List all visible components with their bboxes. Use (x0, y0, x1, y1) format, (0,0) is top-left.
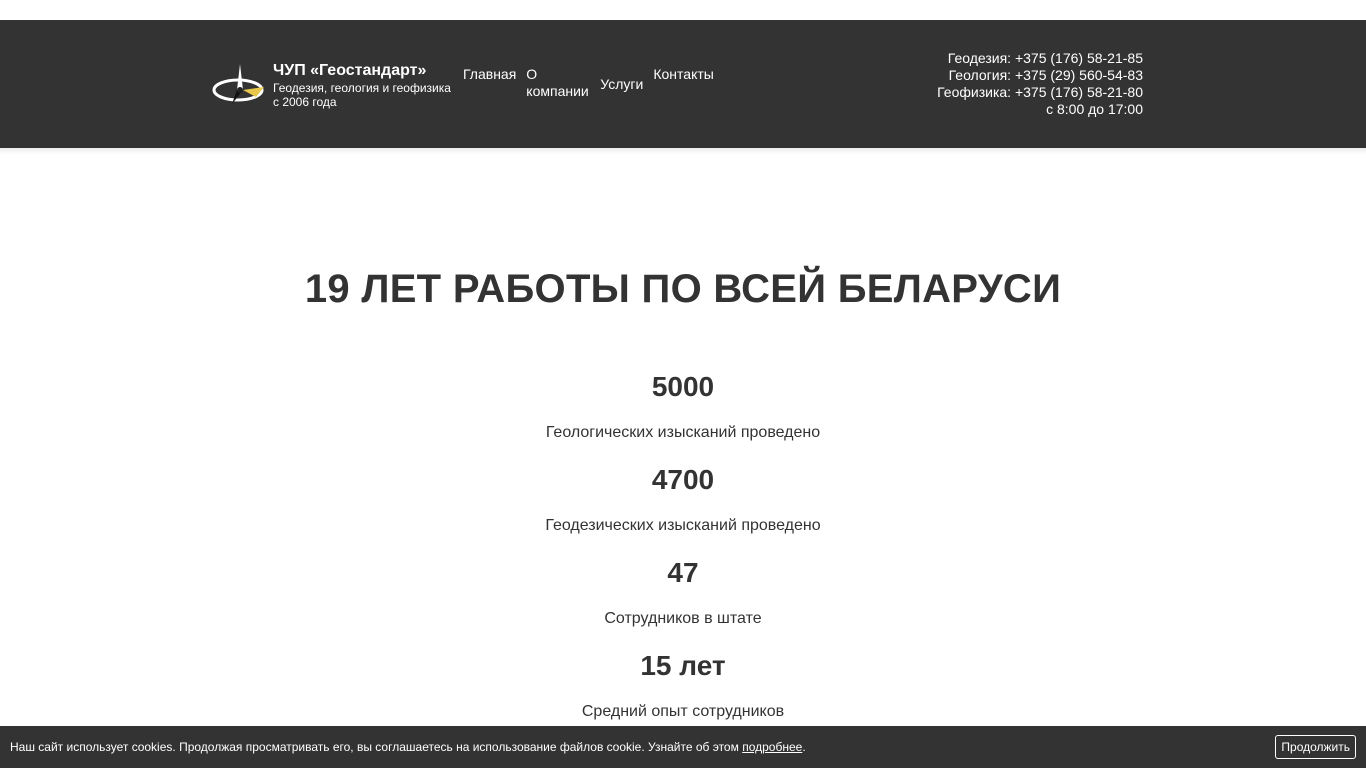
nav-home-link[interactable]: Главная (458, 66, 521, 83)
company-logo-icon[interactable] (212, 62, 266, 106)
top-gap (0, 0, 1366, 20)
nav-services-link[interactable]: Услуги (595, 76, 648, 93)
stat-value: 5000 (651, 371, 715, 402)
stat-label: Средний опыт сотрудников (581, 703, 785, 720)
brand-tagline-line2: с 2006 года (273, 95, 337, 109)
phone-geophysics[interactable]: Геофизика: +375 (176) 58-21-80 (937, 84, 1143, 101)
cookie-banner: Наш сайт использует cookies. Продолжая п… (0, 726, 1366, 768)
cookie-continue-button[interactable]: Продолжить (1275, 735, 1356, 759)
stat-value: 4700 (651, 464, 715, 495)
main-content: 19 ЛЕТ РАБОТЫ ПО ВСЕЙ БЕЛАРУСИ 5000 Геол… (0, 154, 1366, 722)
stat-item: 4700 Геодезических изысканий проведено (0, 461, 1366, 536)
phone-geology[interactable]: Геология: +375 (29) 560-54-83 (937, 67, 1143, 84)
brand-name: ЧУП «Геостандарт» (273, 62, 427, 79)
phone-geodesy[interactable]: Геодезия: +375 (176) 58-21-85 (937, 50, 1143, 67)
stat-item: 15 лет Средний опыт сотрудников (0, 647, 1366, 722)
stat-item: 5000 Геологических изысканий проведено (0, 368, 1366, 443)
site-header: ЧУП «Геостандарт» Геодезия, геология и г… (0, 20, 1366, 148)
nav-about-link[interactable]: О компании (521, 66, 595, 100)
stat-value: 15 лет (640, 650, 726, 681)
nav-contacts-link[interactable]: Контакты (648, 66, 718, 83)
cookie-message: Наш сайт использует cookies. Продолжая п… (10, 740, 806, 754)
working-hours: с 8:00 до 17:00 (1046, 101, 1143, 117)
nav-about-label-line2: компании (526, 83, 589, 99)
stat-item: 47 Сотрудников в штате (0, 554, 1366, 629)
stat-label: Геодезических изысканий проведено (545, 517, 821, 534)
stats-list: 5000 Геологических изысканий проведено 4… (0, 368, 1366, 722)
cookie-more-link[interactable]: подробнее (742, 740, 802, 754)
contact-phones: Геодезия: +375 (176) 58-21-85 Геология: … (937, 50, 1143, 118)
cookie-text: Наш сайт использует cookies. Продолжая п… (10, 740, 743, 754)
stat-value: 47 (667, 557, 699, 588)
cookie-text-tail: . (802, 740, 806, 754)
nav-about-label-line1: О (526, 66, 538, 82)
main-nav: Главная О компании Услуги Контакты (458, 66, 719, 100)
stat-label: Геологических изысканий проведено (545, 424, 821, 441)
brand-block[interactable]: ЧУП «Геостандарт» Геодезия, геология и г… (273, 61, 463, 109)
brand-tagline-line1: Геодезия, геология и геофизика (273, 81, 451, 95)
hero-title: 19 ЛЕТ РАБОТЫ ПО ВСЕЙ БЕЛАРУСИ (304, 267, 1062, 311)
stat-label: Сотрудников в штате (604, 610, 762, 627)
